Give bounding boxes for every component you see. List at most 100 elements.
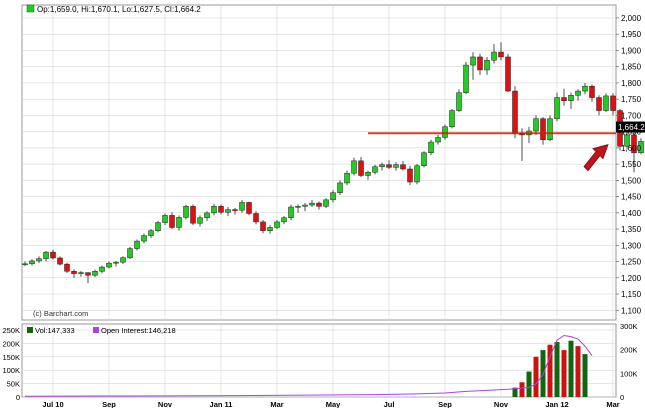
- candle-body: [51, 252, 56, 258]
- candle-body: [149, 231, 154, 236]
- candle-body: [576, 91, 581, 95]
- candle-body: [289, 207, 294, 218]
- price-tick-label: 1,300: [621, 241, 642, 250]
- candle-body: [212, 206, 217, 212]
- svg-text:Vol:147,333: Vol:147,333: [35, 326, 75, 335]
- x-tick-label: Sep: [438, 400, 452, 408]
- candle-body: [275, 222, 280, 228]
- volume-bar: [576, 346, 581, 397]
- candle-body: [128, 249, 133, 258]
- candle-body: [23, 264, 28, 265]
- volume-legend: Vol:147,333 Open Interest:146,218: [27, 326, 176, 335]
- candle-body: [79, 273, 84, 274]
- volume-tick-label-right: 200K: [620, 346, 638, 355]
- candle-body: [464, 65, 469, 93]
- x-tick-label: Jul 10: [42, 400, 63, 408]
- candle-body: [177, 217, 182, 227]
- candle-body: [184, 206, 189, 217]
- svg-text:Op:1,659.0, Hi:1,670.1, Lo:1,6: Op:1,659.0, Hi:1,670.1, Lo:1,627.5, Cl:1…: [37, 5, 201, 14]
- candle: [184, 205, 189, 220]
- candle-body: [317, 203, 322, 206]
- price-tick-label: 1,150: [621, 290, 642, 299]
- candle-body: [534, 119, 539, 131]
- candle-body: [303, 205, 308, 206]
- candle-body: [471, 57, 476, 65]
- candle: [457, 89, 462, 112]
- volume-tick-label-left: 0: [16, 393, 20, 402]
- candle-body: [422, 153, 427, 166]
- x-tick-label: May: [326, 400, 341, 408]
- candle-body: [450, 111, 455, 127]
- candle: [429, 140, 434, 155]
- source-credit: (c) Barchart.com: [33, 309, 88, 318]
- candle: [450, 109, 455, 128]
- candle-body: [156, 223, 161, 231]
- candle-body: [324, 200, 329, 206]
- candle-body: [191, 206, 196, 223]
- candle-body: [590, 86, 595, 97]
- candle-body: [135, 241, 140, 248]
- candle: [324, 198, 329, 208]
- candle-body: [443, 127, 448, 138]
- candle-body: [37, 259, 42, 261]
- close-value: 1,664.2: [174, 5, 201, 14]
- candle-body: [65, 264, 70, 271]
- x-tick-label: Mar: [270, 400, 283, 408]
- candle: [506, 54, 511, 92]
- price-tick-label: 1,100: [621, 306, 642, 315]
- candle-body: [58, 258, 63, 264]
- svg-text:Open Interest:146,218: Open Interest:146,218: [101, 326, 176, 335]
- candle: [415, 164, 420, 184]
- x-tick-label: Jan 11: [210, 400, 233, 408]
- candle-body: [569, 95, 574, 101]
- candle-body: [86, 273, 91, 276]
- x-tick-label: Jan 12: [545, 400, 568, 408]
- commodity-chart: 1,1001,1501,2001,2501,3001,3501,4001,450…: [0, 0, 645, 408]
- price-tick-label: 1,850: [621, 63, 642, 72]
- candle-body: [282, 218, 287, 222]
- candle-body: [268, 227, 273, 230]
- candle-body: [583, 86, 588, 91]
- volume-tick-label-left: 50K: [7, 380, 20, 389]
- volume-value: 147,333: [48, 326, 75, 335]
- candle: [128, 247, 133, 259]
- candle-body: [597, 98, 602, 111]
- price-tick-label: 1,250: [621, 258, 642, 267]
- candle-body: [226, 210, 231, 213]
- candle: [156, 221, 161, 232]
- candle-body: [401, 165, 406, 169]
- candle-body: [387, 165, 392, 168]
- price-tick-label: 1,200: [621, 274, 642, 283]
- price-tick-label: 1,900: [621, 46, 642, 55]
- open-interest-legend-swatch: [93, 327, 99, 333]
- candle-body: [107, 263, 112, 267]
- price-tick-label: 1,950: [621, 30, 642, 39]
- candle-body: [247, 202, 252, 213]
- price-tick-label: 1,400: [621, 209, 642, 218]
- candle-body: [366, 172, 371, 175]
- candle: [513, 86, 518, 138]
- open-interest-label: Open Interest:: [101, 326, 149, 335]
- candle-body: [478, 57, 483, 70]
- candle-body: [415, 166, 420, 182]
- candle-body: [548, 119, 553, 140]
- x-tick-label: Nov: [158, 400, 173, 408]
- candle: [464, 62, 469, 94]
- volume-tick-label-right: 0: [620, 393, 624, 402]
- volume-label: Vol:: [35, 326, 48, 335]
- candle-body: [562, 98, 567, 101]
- candle-body: [513, 91, 518, 133]
- candle-body: [198, 218, 203, 224]
- candle-body: [233, 210, 238, 211]
- candle-body: [492, 52, 497, 60]
- candle-body: [373, 167, 378, 173]
- candle: [191, 204, 196, 225]
- candle-body: [485, 60, 490, 70]
- candle-body: [394, 165, 399, 168]
- candle: [604, 93, 609, 112]
- x-tick-label: Nov: [494, 400, 509, 408]
- candle-body: [205, 213, 210, 218]
- candle-body: [93, 271, 98, 275]
- candle-body: [254, 213, 259, 221]
- open-label: Op:: [37, 5, 50, 14]
